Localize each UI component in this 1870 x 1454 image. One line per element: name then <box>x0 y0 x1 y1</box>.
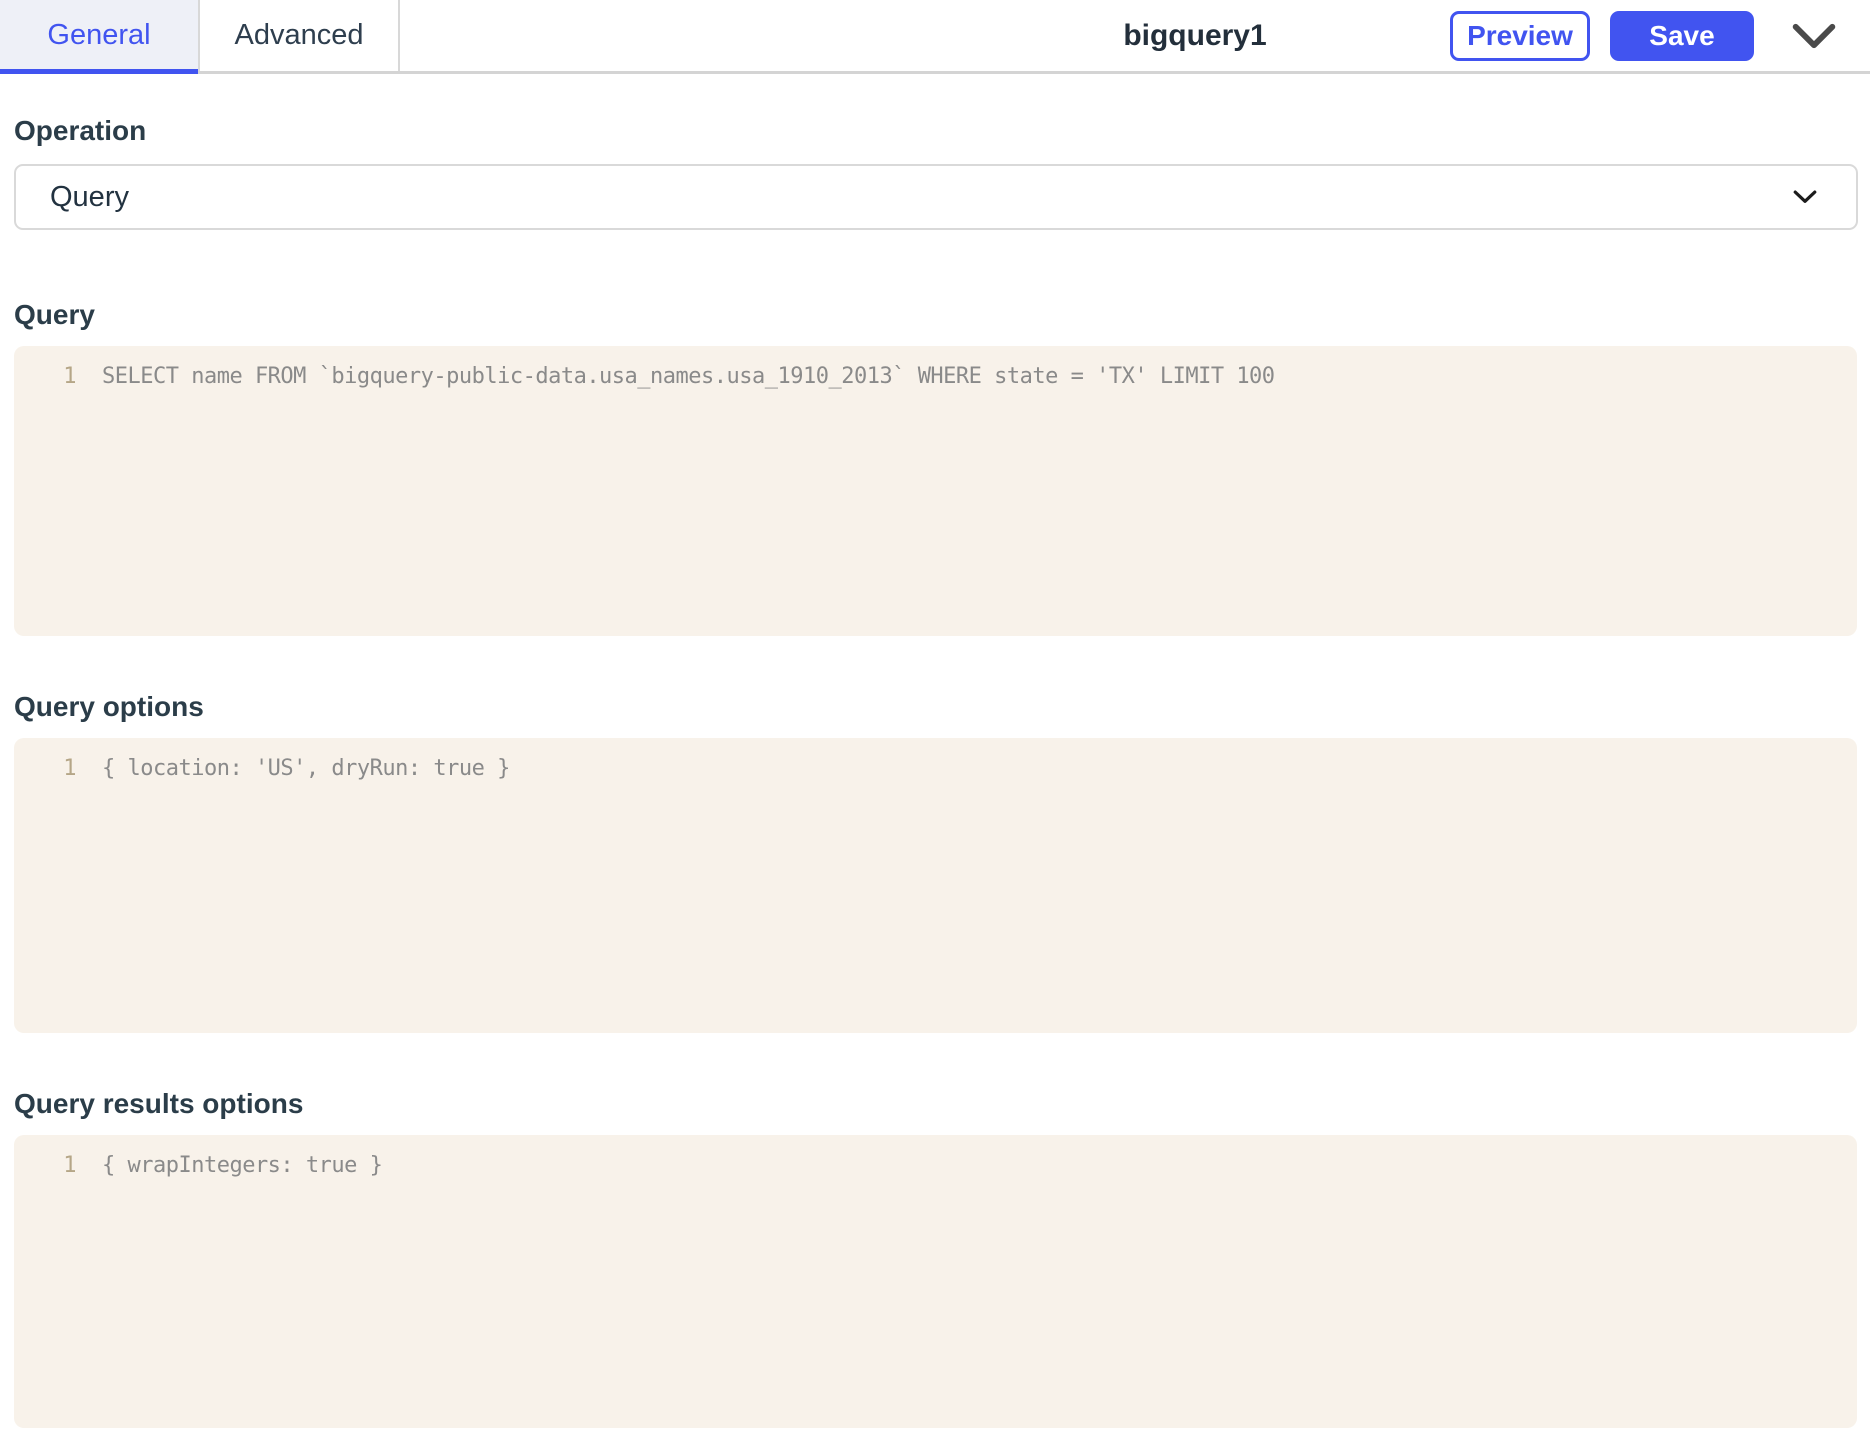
query-results-options-editor[interactable]: 1 { wrapIntegers: true } <box>14 1135 1857 1428</box>
query-results-options-label: Query results options <box>14 1088 304 1119</box>
action-form: Operation Query Query 1 SELECT name FROM… <box>0 114 1870 1428</box>
preview-button[interactable]: Preview <box>1450 10 1590 61</box>
header-actions: Preview Save <box>1450 0 1870 71</box>
query-results-options-code-text: { wrapIntegers: true } <box>102 1153 383 1178</box>
more-menu-toggle[interactable] <box>1792 23 1836 49</box>
line-number: 1 <box>63 1153 76 1178</box>
line-number: 1 <box>63 756 76 781</box>
query-label: Query <box>14 299 95 330</box>
chevron-down-icon <box>1792 23 1836 49</box>
header-title-area: bigquery1 <box>400 0 1450 71</box>
action-name-title: bigquery1 <box>1123 18 1267 52</box>
query-code-editor[interactable]: 1 SELECT name FROM `bigquery-public-data… <box>14 346 1857 636</box>
operation-select[interactable]: Query <box>14 164 1858 230</box>
code-line: 1 SELECT name FROM `bigquery-public-data… <box>14 358 1857 396</box>
chevron-down-icon <box>1792 189 1818 205</box>
operation-select-value: Query <box>50 180 129 213</box>
code-line: 1 { location: 'US', dryRun: true } <box>14 750 1857 788</box>
query-options-editor[interactable]: 1 { location: 'US', dryRun: true } <box>14 738 1857 1033</box>
code-line: 1 { wrapIntegers: true } <box>14 1147 1857 1185</box>
query-code-text: SELECT name FROM `bigquery-public-data.u… <box>102 364 1275 389</box>
action-header: General Advanced bigquery1 Preview Save <box>0 0 1870 74</box>
line-number: 1 <box>63 364 76 389</box>
query-options-code-text: { location: 'US', dryRun: true } <box>102 756 510 781</box>
query-options-label: Query options <box>14 691 204 722</box>
save-button[interactable]: Save <box>1610 10 1754 61</box>
operation-label: Operation <box>14 115 147 146</box>
tab-advanced[interactable]: Advanced <box>200 0 400 71</box>
tab-general[interactable]: General <box>0 0 200 74</box>
